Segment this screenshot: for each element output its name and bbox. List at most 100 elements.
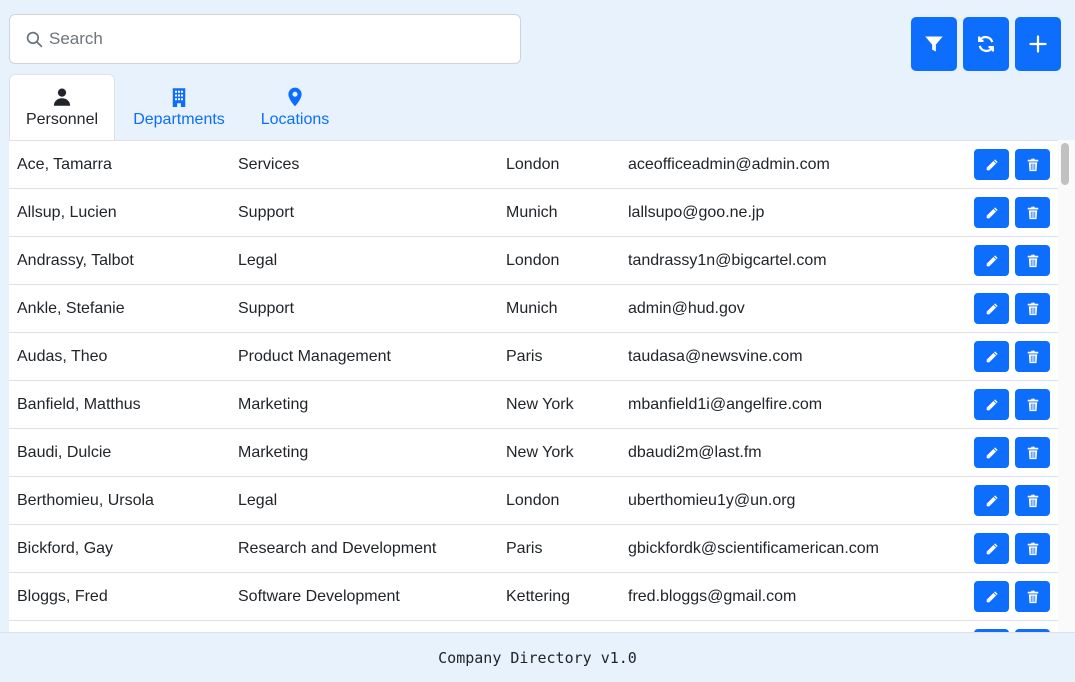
- row-actions: [974, 581, 1050, 612]
- cell-department: Legal: [238, 251, 278, 269]
- cell-email: taudasa@newsvine.com: [628, 347, 803, 365]
- cell-name: Baudi, Dulcie: [17, 443, 112, 461]
- refresh-button[interactable]: [963, 17, 1009, 71]
- edit-button[interactable]: [974, 485, 1009, 516]
- row-actions: [974, 293, 1050, 324]
- cell-department: Support: [238, 203, 295, 221]
- delete-button[interactable]: [1015, 341, 1050, 372]
- delete-button[interactable]: [1015, 389, 1050, 420]
- row-actions: [974, 149, 1050, 180]
- edit-button[interactable]: [974, 341, 1009, 372]
- cell-department: Software Development: [238, 587, 400, 605]
- table-row: Audas, Theo Product Management Paris taudas…: [9, 333, 1058, 381]
- add-button[interactable]: [1015, 17, 1061, 71]
- cell-name: Audas, Theo: [17, 347, 108, 365]
- cell-email: admin@hud.gov: [628, 299, 745, 317]
- table-row: Berthomieu, Ursola Legal London uberthomieu…: [9, 477, 1058, 525]
- cell-department: Marketing: [238, 395, 309, 413]
- table-row: [9, 621, 1058, 632]
- cell-location: London: [506, 251, 560, 269]
- cell-email: aceofficeadmin@admin.com: [628, 155, 830, 173]
- cell-name: Andrassy, Talbot: [17, 251, 134, 269]
- cell-location: Paris: [506, 347, 543, 365]
- table-row: Andrassy, Talbot Legal London tandrassy1n@b…: [9, 237, 1058, 285]
- row-actions: [974, 245, 1050, 276]
- cell-location: London: [506, 491, 560, 509]
- trash-icon: [1027, 446, 1038, 459]
- cell-email: dbaudi2m@last.fm: [628, 443, 762, 461]
- tab-departments[interactable]: Departments: [115, 74, 243, 140]
- cell-department: Marketing: [238, 443, 309, 461]
- delete-button[interactable]: [1015, 485, 1050, 516]
- cell-department: Research and Development: [238, 539, 437, 557]
- cell-name: Banfield, Matthus: [17, 395, 141, 413]
- tab-personnel-label: Personnel: [25, 111, 99, 128]
- trash-icon: [1027, 254, 1038, 267]
- filter-button[interactable]: [911, 17, 957, 71]
- cell-department: Product Management: [238, 347, 391, 365]
- table-row: Ankle, Stefanie Support Munich admin@hud.go…: [9, 285, 1058, 333]
- cell-email: uberthomieu1y@un.org: [628, 491, 796, 509]
- row-actions: [974, 389, 1050, 420]
- trash-icon: [1027, 158, 1038, 171]
- pencil-icon: [986, 350, 998, 362]
- cell-email: mbanfield1i@angelfire.com: [628, 395, 823, 413]
- scrollbar[interactable]: [1058, 140, 1075, 632]
- trash-icon: [1027, 542, 1038, 555]
- pencil-icon: [986, 398, 998, 410]
- cell-email: fred.bloggs@gmail.com: [628, 587, 797, 605]
- pencil-icon: [986, 206, 998, 218]
- personnel-table: Ace, Tamarra Services London aceofficeadmin…: [9, 140, 1058, 632]
- delete-button[interactable]: [1015, 245, 1050, 276]
- cell-location: London: [506, 155, 560, 173]
- row-actions: [974, 437, 1050, 468]
- trash-icon: [1027, 494, 1038, 507]
- edit-button[interactable]: [974, 533, 1009, 564]
- scrollbar-thumb[interactable]: [1061, 143, 1069, 185]
- tab-bar: Personnel Departments Locations: [9, 74, 347, 140]
- cell-location: Kettering: [506, 587, 571, 605]
- tab-locations[interactable]: Locations: [243, 74, 347, 140]
- delete-button[interactable]: [1015, 293, 1050, 324]
- table-row: Ace, Tamarra Services London aceofficeadmin…: [9, 141, 1058, 189]
- person-icon: [53, 88, 71, 106]
- edit-button[interactable]: [974, 197, 1009, 228]
- cell-name: Allsup, Lucien: [17, 203, 117, 221]
- table-row: Banfield, Matthus Marketing New York mbanfi…: [9, 381, 1058, 429]
- edit-button[interactable]: [974, 149, 1009, 180]
- row-actions: [974, 533, 1050, 564]
- edit-button[interactable]: [974, 581, 1009, 612]
- cell-email: tandrassy1n@bigcartel.com: [628, 251, 827, 269]
- delete-button[interactable]: [1015, 581, 1050, 612]
- footer-text: Company Directory v1.0: [438, 648, 637, 667]
- delete-button[interactable]: [1015, 149, 1050, 180]
- plus-icon: [1029, 35, 1047, 53]
- cell-name: Ace, Tamarra: [17, 155, 112, 173]
- edit-button[interactable]: [974, 389, 1009, 420]
- table-row: Allsup, Lucien Support Munich lallsupo@goo.…: [9, 189, 1058, 237]
- footer: Company Directory v1.0: [0, 632, 1075, 682]
- table-row: Bloggs, Fred Software Development Ketterin…: [9, 573, 1058, 621]
- edit-button[interactable]: [974, 437, 1009, 468]
- cell-location: New York: [506, 443, 574, 461]
- search-bar[interactable]: [9, 14, 521, 64]
- edit-button[interactable]: [974, 293, 1009, 324]
- cell-department: Services: [238, 155, 300, 173]
- filter-icon: [925, 36, 943, 52]
- toolbar: [911, 17, 1061, 71]
- cell-location: Munich: [506, 299, 558, 317]
- row-actions: [974, 485, 1050, 516]
- cell-location: New York: [506, 395, 574, 413]
- tab-personnel[interactable]: Personnel: [9, 74, 115, 140]
- edit-button[interactable]: [974, 245, 1009, 276]
- delete-button[interactable]: [1015, 437, 1050, 468]
- trash-icon: [1027, 398, 1038, 411]
- refresh-icon: [978, 35, 994, 53]
- delete-button[interactable]: [1015, 533, 1050, 564]
- pencil-icon: [986, 542, 998, 554]
- cell-location: Paris: [506, 539, 543, 557]
- tab-locations-label: Locations: [260, 111, 330, 128]
- cell-email: lallsupo@goo.ne.jp: [628, 203, 765, 221]
- search-input[interactable]: [49, 29, 509, 49]
- delete-button[interactable]: [1015, 197, 1050, 228]
